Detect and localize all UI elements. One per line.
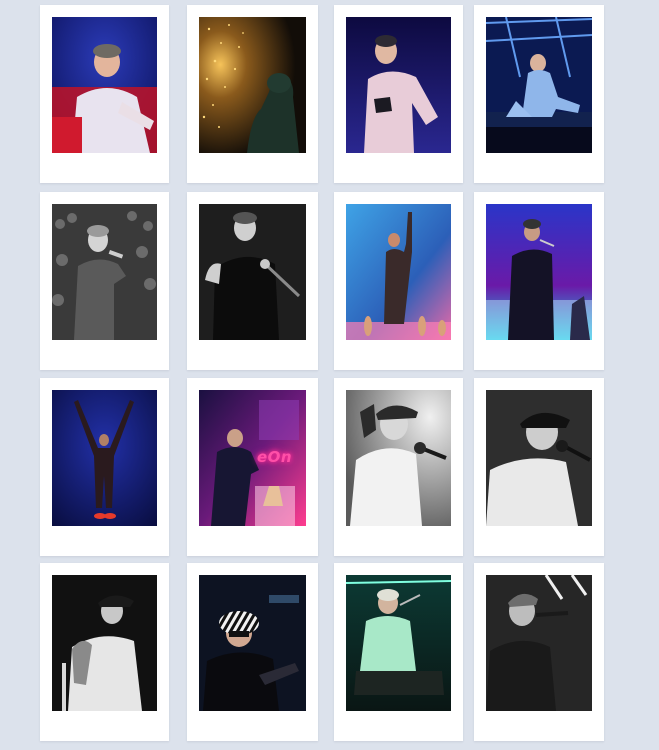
photo-card[interactable] <box>40 192 169 370</box>
concert-photo <box>486 390 592 526</box>
photo-card[interactable] <box>187 192 318 370</box>
photo-card[interactable] <box>334 5 463 183</box>
photo-card[interactable] <box>187 563 318 741</box>
photo-card[interactable] <box>474 378 604 556</box>
neon-sign-text: eOn <box>257 448 293 466</box>
photo-card[interactable] <box>334 192 463 370</box>
concert-photo <box>486 17 592 153</box>
concert-photo <box>199 204 306 340</box>
photo-card[interactable] <box>40 563 169 741</box>
photo-card[interactable] <box>474 563 604 741</box>
photo-card[interactable] <box>474 5 604 183</box>
concert-photo <box>52 575 157 711</box>
photo-card[interactable] <box>334 563 463 741</box>
photo-card[interactable]: eOn <box>187 378 318 556</box>
concert-photo: eOn <box>199 390 306 526</box>
photo-card[interactable] <box>474 192 604 370</box>
concert-photo <box>346 575 451 711</box>
photo-card[interactable] <box>40 5 169 183</box>
concert-photo <box>346 390 451 526</box>
concert-photo <box>52 204 157 340</box>
photo-card[interactable] <box>334 378 463 556</box>
concert-photo <box>346 17 451 153</box>
concert-photo <box>486 575 592 711</box>
concert-photo <box>486 204 592 340</box>
photo-card[interactable] <box>40 378 169 556</box>
concert-photo <box>346 204 451 340</box>
photo-card[interactable] <box>187 5 318 183</box>
concert-photo <box>52 17 157 153</box>
concert-photo <box>199 575 306 711</box>
concert-photo <box>199 17 306 153</box>
concert-photo <box>52 390 157 526</box>
